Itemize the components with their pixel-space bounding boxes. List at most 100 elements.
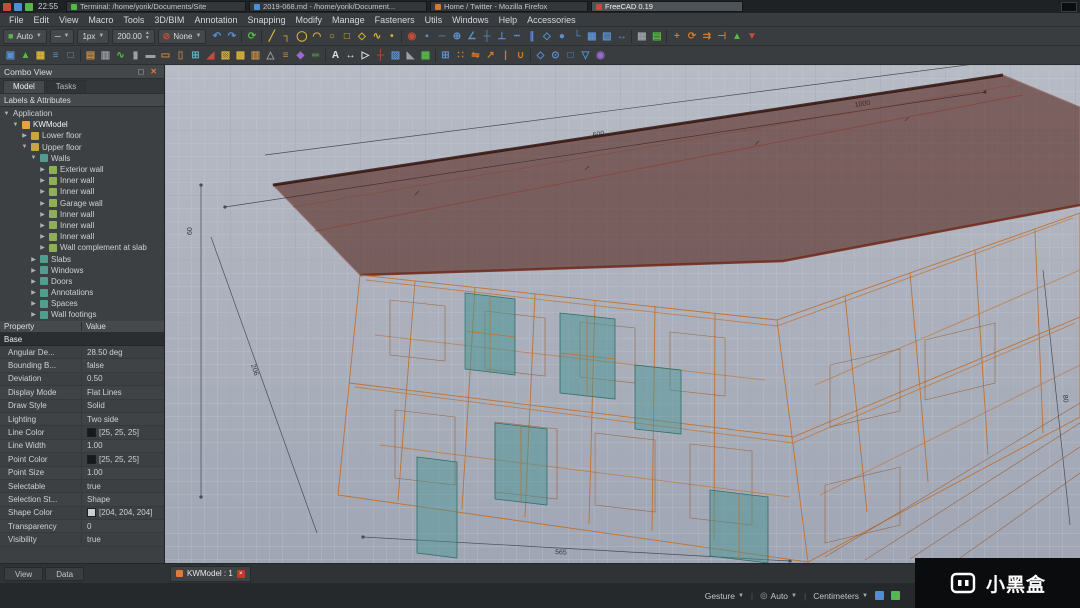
tab-view[interactable]: View [4,567,43,581]
menu-annotation[interactable]: Annotation [189,15,242,25]
draft-bspline-icon[interactable]: ∿ [369,28,384,44]
collapse-arrow-icon[interactable]: ▼ [12,122,19,128]
view-front-icon[interactable]: □ [563,47,578,63]
tree-item-windows[interactable]: ▶Windows [0,265,164,276]
bim-beam-icon[interactable]: ▬ [143,47,158,63]
bim-panel-icon[interactable]: ▧ [218,47,233,63]
snap-parallel-icon[interactable]: ∥ [524,28,539,44]
upgrade-icon[interactable]: ▲ [729,28,744,44]
menu-windows[interactable]: Windows [447,15,494,25]
axis-icon[interactable]: ┼ [373,47,388,63]
render-icon[interactable]: ◉ [593,47,608,63]
property-row-selectable[interactable]: Selectabletrue [0,480,164,493]
spinner-arrows-icon[interactable]: ▲▼ [145,31,150,41]
tree-item-slabs[interactable]: ▶Slabs [0,253,164,264]
expand-arrow-icon[interactable]: ▶ [39,188,46,195]
text-size-spinbox[interactable]: 200.00 ▲▼ [112,29,154,44]
expand-arrow-icon[interactable]: ▶ [30,278,37,285]
stretch-icon[interactable]: ↗ [483,47,498,63]
property-row-point-color[interactable]: Point Color[25, 25, 25] [0,453,164,466]
nav-style-selector[interactable]: ◎ Auto ▼ [760,590,797,601]
property-row-display-mode[interactable]: Display ModeFlat Lines [0,386,164,399]
property-value[interactable]: [25, 25, 25] [82,453,164,465]
view-fit-icon[interactable]: ⊙ [548,47,563,63]
snap-endpoint-icon[interactable]: ▪ [419,28,434,44]
snap-master-icon[interactable]: ◉ [404,28,419,44]
taskbar-window-terminal-hom[interactable]: Terminal: /home/yorik/Documents/Site [66,1,246,12]
property-row-line-width[interactable]: Line Width1.00 [0,440,164,453]
menu-snapping[interactable]: Snapping [242,15,290,25]
workbench-selector[interactable]: ■ Auto ▼ [3,29,47,44]
redo-icon[interactable]: ↷ [224,28,239,44]
snap-midpoint-icon[interactable]: ─ [434,28,449,44]
snap-grid-icon[interactable]: ▦ [584,28,599,44]
tree-item-inner-wall[interactable]: ▶Inner wall [0,220,164,231]
tree-item-lower-floor[interactable]: ▶Lower floor [0,130,164,141]
property-row-draw-style[interactable]: Draw StyleSolid [0,400,164,413]
collapse-arrow-icon[interactable]: ▼ [30,155,37,161]
tree-item-inner-wall[interactable]: ▶Inner wall [0,175,164,186]
mirror-icon[interactable]: ⇋ [468,47,483,63]
draft-ellipse-icon[interactable]: ○ [324,28,339,44]
property-row-transparency[interactable]: Transparency0 [0,520,164,533]
tree-item-wall-complement-at-slab[interactable]: ▶Wall complement at slab [0,242,164,253]
tree-item-inner-wall[interactable]: ▶Inner wall [0,209,164,220]
expand-arrow-icon[interactable]: ▶ [39,166,46,173]
tree-item-wall-footings[interactable]: ▶Wall footings [0,309,164,320]
taskbar-window-freecad-0-19[interactable]: FreeCAD 0.19 [591,1,743,12]
collapse-arrow-icon[interactable]: ▼ [3,111,10,117]
tree-item-doors[interactable]: ▶Doors [0,276,164,287]
bim-roof-icon[interactable]: ◢ [203,47,218,63]
autogroup-selector[interactable]: ⊘ None ▼ [158,29,207,44]
menu-modify[interactable]: Modify [291,15,328,25]
trimex-icon[interactable]: ⊣ [714,28,729,44]
expand-arrow-icon[interactable]: ▶ [30,311,37,318]
bim-structure-icon[interactable]: ▥ [98,47,113,63]
tree-item-inner-wall[interactable]: ▶Inner wall [0,186,164,197]
expand-arrow-icon[interactable]: ▶ [30,289,37,296]
tab-data[interactable]: Data [45,567,84,581]
menu-tools[interactable]: Tools [118,15,149,25]
line-style-selector[interactable]: ─ ▼ [50,29,75,44]
snap-dimensions-icon[interactable]: ↔ [614,28,629,44]
label-icon[interactable]: ▷ [358,47,373,63]
offset-icon[interactable]: ⇉ [699,28,714,44]
close-document-icon[interactable]: × [237,570,245,578]
expand-arrow-icon[interactable]: ▶ [39,177,46,184]
line-width-selector[interactable]: 1px ▼ [77,29,109,44]
snap-center-icon[interactable]: ⊕ [449,28,464,44]
tree-item-exterior-wall[interactable]: ▶Exterior wall [0,164,164,175]
tree-item-annotations[interactable]: ▶Annotations [0,287,164,298]
bim-building-icon[interactable]: ▦ [33,47,48,63]
tree-item-application[interactable]: ▼Application [0,108,164,119]
menu-3d-bim[interactable]: 3D/BIM [149,15,189,25]
snap-perpendicular-icon[interactable]: ⊥ [494,28,509,44]
toggle-grid-icon[interactable]: ▦ [634,28,649,44]
bim-project-icon[interactable]: ▣ [3,47,18,63]
expand-arrow-icon[interactable]: ▶ [39,244,46,251]
shape-2d-view-icon[interactable]: ◣ [403,47,418,63]
menu-accessories[interactable]: Accessories [522,15,581,25]
property-row-visibility[interactable]: Visibilitytrue [0,533,164,546]
collapse-arrow-icon[interactable]: ▼ [21,144,28,150]
bim-rebar-icon[interactable]: ∿ [113,47,128,63]
menu-help[interactable]: Help [494,15,523,25]
bim-fence-icon[interactable]: ▥ [248,47,263,63]
menu-view[interactable]: View [54,15,83,25]
property-value[interactable]: [204, 204, 204] [82,507,164,519]
clone-icon[interactable]: ⊞ [438,47,453,63]
view-top-icon[interactable]: ▽ [578,47,593,63]
tree-item-upper-floor[interactable]: ▼Upper floor [0,142,164,153]
expand-arrow-icon[interactable]: ▶ [39,222,46,229]
draft-rectangle-icon[interactable]: □ [339,28,354,44]
expand-arrow-icon[interactable]: ▶ [30,300,37,307]
property-value[interactable]: 1.00 [82,467,164,479]
tree-item-spaces[interactable]: ▶Spaces [0,298,164,309]
menu-macro[interactable]: Macro [83,15,118,25]
bim-door-icon[interactable]: ▯ [173,47,188,63]
snap-intersection-icon[interactable]: ┼ [479,28,494,44]
bim-pipe-icon[interactable]: ═ [308,47,323,63]
draft-polyline-icon[interactable]: ┐ [279,28,294,44]
tab-tasks[interactable]: Tasks [46,80,86,93]
property-row-bounding-b[interactable]: Bounding B...false [0,359,164,372]
